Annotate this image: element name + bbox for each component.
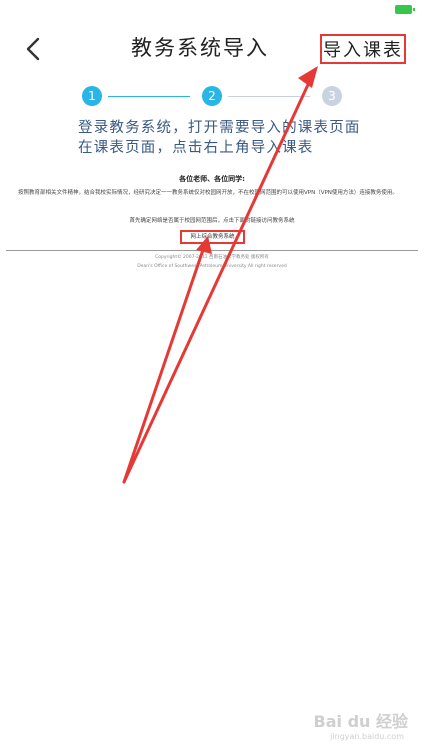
web-academic-system-link[interactable]: 网上综合教务系统 [180, 230, 245, 244]
embedded-webpage: 各位老师、各位同学: 按照教育部相关文件精神，结合我校实际情况，经研究决定一一教… [0, 168, 424, 278]
web-divider [6, 250, 418, 251]
chevron-left-icon [26, 37, 40, 61]
step-connector-2 [228, 96, 310, 97]
step-3: 3 [322, 86, 342, 106]
instruction-line-2: 在课表页面，点击右上角导入课表 [78, 140, 314, 156]
step-1: 1 [82, 86, 102, 106]
status-bar [0, 0, 424, 18]
stepper: 1 2 3 [82, 86, 344, 108]
back-button[interactable] [18, 32, 48, 66]
web-note: 首先确定网络是否属于校园网范围后，点击下面的链接访问教务系统 [129, 218, 295, 224]
instruction-text: 登录教务系统，打开需要导入的课表页面 在课表页面，点击右上角导入课表 [78, 118, 368, 158]
web-paragraph: 按照教育部相关文件精神，结合我校实际情况，经研究决定一一教务系统仅对校园网开放，… [18, 190, 398, 196]
web-heading: 各位老师、各位同学: [179, 175, 245, 183]
page-title: 教务系统导入 [131, 36, 269, 60]
step-2: 2 [202, 86, 222, 106]
watermark-url: jingyan.baidu.com [330, 732, 404, 741]
import-schedule-button[interactable]: 导入课表 [320, 34, 406, 64]
instruction-line-1: 登录教务系统，打开需要导入的课表页面 [78, 120, 361, 136]
watermark-logo: Bai du 经验 [313, 712, 408, 731]
web-footer-line-1: Copyright© 2007-2011 西南石油大学教务处 版权所有 [155, 255, 269, 260]
nav-bar: 教务系统导入 导入课表 [0, 22, 424, 74]
web-footer: Copyright© 2007-2011 西南石油大学教务处 版权所有 Dean… [0, 253, 424, 271]
step-connector-1 [108, 96, 190, 97]
annotation-arrows [122, 66, 318, 484]
battery-icon [395, 5, 415, 14]
web-footer-line-2: Dean's Office of Southwest Petroleum Uni… [137, 264, 287, 269]
